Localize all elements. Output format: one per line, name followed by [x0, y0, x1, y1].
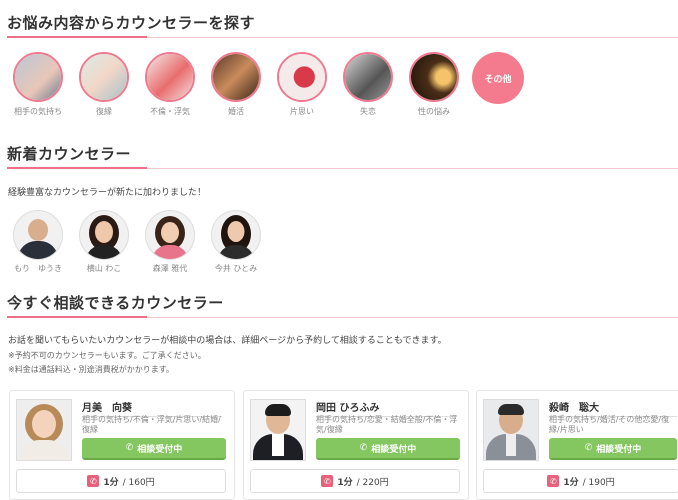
counselor-photo: [250, 399, 306, 461]
available-note-fee: ※料金は通話料込・別途消費税がかかります。: [8, 365, 174, 374]
avatar: [79, 210, 129, 260]
phone-icon: ✆: [547, 475, 560, 487]
avatar: [211, 210, 261, 260]
phone-icon: ✆: [584, 443, 593, 453]
new-counselor-item[interactable]: 今井 ひとみ: [208, 210, 264, 274]
section-divider: [7, 316, 678, 318]
category-image: [277, 52, 327, 102]
new-counselor-item[interactable]: 森澤 雅代: [142, 210, 198, 274]
category-other-button[interactable]: その他: [472, 52, 524, 104]
new-counselor-item[interactable]: もり ゆうき: [10, 210, 66, 274]
counselor-card[interactable]: 月美 向葵 相手の気持ち/不倫・浮気/片思い/結婚/復縁 ✆ 相談受付中 ✆ 1分 /…: [9, 390, 235, 500]
available-note-reservation: ※予約不可のカウンセラーもいます。ご了承ください。: [8, 351, 206, 360]
section-divider: [7, 36, 678, 38]
counselor-card[interactable]: 岡田 ひろふみ 相手の気持ち/恋愛・結婚全般/不倫・浮気/復縁 ✆ 相談受付中 ✆…: [243, 390, 469, 500]
available-intro: お話を聞いてもらいたいカウンセラーが相談中の場合は、詳細ページから予約して相談す…: [8, 336, 447, 346]
category-marriage-hunting[interactable]: 婚活: [208, 52, 264, 117]
consult-button[interactable]: ✆ 相談受付中: [82, 438, 226, 460]
phone-icon: ✆: [321, 475, 334, 487]
counselor-tags: 相手の気持ち/婚活/その他恋愛/復縁/片思い: [549, 415, 670, 434]
new-counselors-intro: 経験豊富なカウンセラーが新たに加わりました！: [8, 188, 207, 198]
category-partner-feelings[interactable]: 相手の気持ち: [10, 52, 66, 117]
phone-icon: ✆: [87, 475, 100, 487]
section-title-by-concern: お悩み内容からカウンセラーを探す: [7, 14, 256, 32]
avatar: [145, 210, 195, 260]
category-image: [211, 52, 261, 102]
category-image: [13, 52, 63, 102]
category-image: [79, 52, 129, 102]
avatar: [13, 210, 63, 260]
section-title-available-now: 今すぐ相談できるカウンセラー: [7, 294, 224, 312]
section-divider: [7, 167, 678, 169]
category-image: [409, 52, 459, 102]
category-image: [343, 52, 393, 102]
phone-icon: ✆: [125, 443, 134, 453]
consult-button[interactable]: ✆ 相談受付中: [549, 438, 677, 460]
phone-icon: ✆: [359, 443, 368, 453]
category-affair[interactable]: 不倫・浮気: [142, 52, 198, 117]
price-box: ✆ 1分/ 190円: [483, 469, 678, 493]
section-title-new-counselors: 新着カウンセラー: [7, 145, 132, 163]
category-image: [145, 52, 195, 102]
price-box: ✆ 1分/ 160円: [16, 469, 226, 493]
counselor-photo: [483, 399, 539, 461]
category-one-sided-love[interactable]: 片思い: [274, 52, 330, 117]
new-counselor-item[interactable]: 横山 わこ: [76, 210, 132, 274]
counselor-tags: 相手の気持ち/不倫・浮気/片思い/結婚/復縁: [82, 415, 221, 434]
counselor-photo: [16, 399, 72, 461]
category-sexual-concerns[interactable]: 性の悩み: [406, 52, 462, 117]
category-reunion[interactable]: 復縁: [76, 52, 132, 117]
counselor-card[interactable]: 殺崎 聡大 相手の気持ち/婚活/その他恋愛/復縁/片思い ✆ 相談受付中 ✆ 1分 /…: [476, 390, 678, 500]
counselor-tags: 相手の気持ち/恋愛・結婚全般/不倫・浮気/復縁: [316, 415, 458, 434]
category-heartbreak[interactable]: 失恋: [340, 52, 396, 117]
price-box: ✆ 1分/ 220円: [250, 469, 460, 493]
consult-button[interactable]: ✆ 相談受付中: [316, 438, 460, 460]
